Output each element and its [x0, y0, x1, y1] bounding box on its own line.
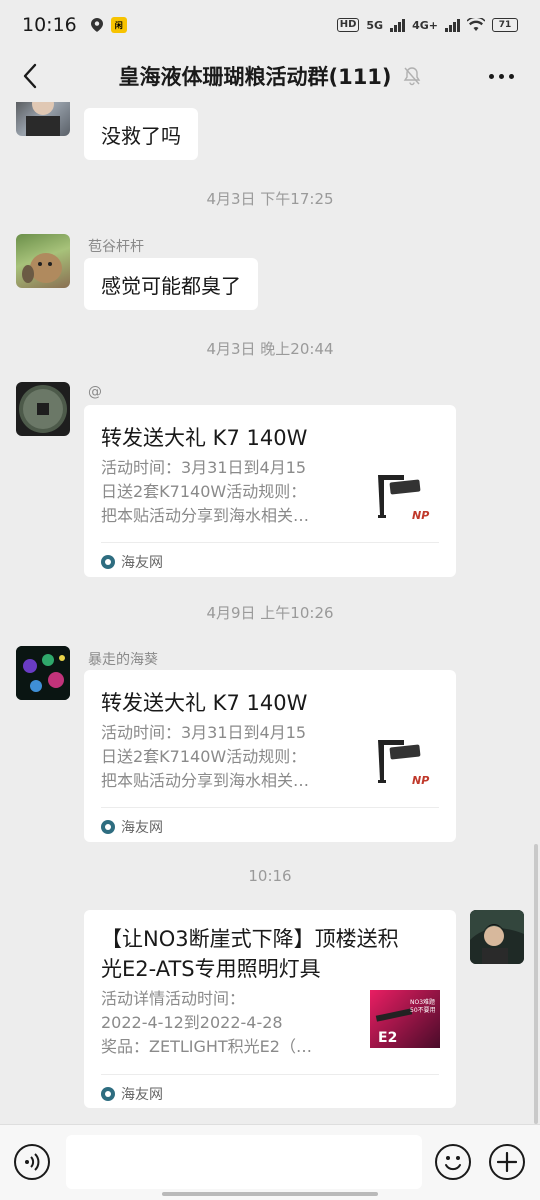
chat-messages[interactable]: 没救了吗 4月3日 下午17:25 苞谷杆杆 感觉可能都臭了 4月3日 晚上20… [0, 102, 540, 1124]
card-source-label: 海友网 [121, 1087, 163, 1103]
card-description: 活动时间：3月31日到4月15 日送2套K7140W活动规则： 把本贴活动分享到… [101, 458, 310, 525]
card-divider [101, 807, 439, 808]
sender-name: @ [88, 384, 102, 400]
more-functions-button[interactable] [489, 1144, 525, 1180]
message-text: 感觉可能都臭了 [101, 273, 241, 298]
network-4g-label: 4G+ [412, 18, 438, 32]
plus-icon [497, 1152, 517, 1172]
signal-icon [390, 18, 406, 32]
status-bar: 10:16 闲 HD 5G 4G+ 71 [0, 0, 540, 50]
avatar[interactable] [16, 646, 70, 700]
sender-name: 暴走的海葵 [88, 652, 158, 668]
card-title: 【让NO3断崖式下降】顶楼送积 光E2-ATS专用照明灯具 [101, 924, 441, 984]
voice-input-button[interactable] [14, 1144, 50, 1180]
app-notification-icon: 闲 [110, 17, 127, 33]
chat-header: 皇海液体珊瑚粮活动群(111) [0, 50, 540, 102]
wifi-icon [467, 18, 485, 31]
sender-name: 苞谷杆杆 [88, 239, 144, 255]
card-source: 海友网 [101, 1084, 163, 1104]
link-card[interactable]: 【让NO3断崖式下降】顶楼送积 光E2-ATS专用照明灯具 活动详情活动时间： … [84, 910, 456, 1108]
card-description: 活动详情活动时间： 2022-4-12到2022-4-28 奖品：ZETLIGH… [101, 989, 312, 1056]
source-logo-icon [101, 1087, 115, 1101]
avatar[interactable] [16, 234, 70, 288]
chat-title: 皇海液体珊瑚粮活动群(111) [118, 65, 392, 89]
card-thumbnail: NP [368, 463, 440, 535]
message-input[interactable] [66, 1135, 422, 1189]
card-divider [101, 1074, 439, 1075]
card-title: 转发送大礼 K7 140W [101, 691, 308, 715]
emoji-button[interactable] [435, 1144, 471, 1180]
card-title-line: 【让NO3断崖式下降】顶楼送积 [101, 927, 399, 951]
message-bubble[interactable]: 感觉可能都臭了 [84, 258, 258, 310]
more-options-button[interactable] [486, 62, 516, 90]
thumb-brand-text: NP [412, 509, 429, 522]
status-time: 10:16 [22, 14, 77, 36]
card-title: 转发送大礼 K7 140W [101, 426, 308, 450]
card-source-label: 海友网 [121, 555, 163, 571]
card-source: 海友网 [101, 817, 163, 837]
card-source-label: 海友网 [121, 820, 163, 836]
card-thumbnail: E2 NO3难题 50不要用 [370, 990, 440, 1060]
thumb-promo-text: NO3难题 [410, 998, 435, 1006]
card-source: 海友网 [101, 552, 163, 572]
location-icon [90, 18, 103, 32]
hd-icon: HD [336, 18, 360, 32]
source-logo-icon [101, 820, 115, 834]
avatar[interactable] [16, 102, 70, 136]
bell-off-icon [403, 67, 420, 86]
network-5g-label: 5G [366, 18, 384, 32]
input-bar [0, 1124, 540, 1200]
home-indicator[interactable] [162, 1192, 378, 1196]
thumb-promo-text-2: 50不要用 [410, 1007, 436, 1014]
thumb-product-text: E2 [378, 1030, 397, 1046]
timestamp: 4月9日 上午10:26 [206, 604, 334, 622]
card-divider [101, 542, 439, 543]
signal-icon-2 [445, 18, 460, 32]
voice-icon [25, 1153, 40, 1171]
avatar[interactable] [16, 382, 70, 436]
link-card[interactable]: 转发送大礼 K7 140W 活动时间：3月31日到4月15 日送2套K7140W… [84, 670, 456, 842]
source-logo-icon [101, 555, 115, 569]
message-bubble[interactable]: 没救了吗 [84, 108, 198, 160]
card-thumbnail: NP [368, 728, 440, 800]
avatar[interactable] [470, 910, 524, 964]
card-title-line: 光E2-ATS专用照明灯具 [101, 957, 321, 981]
thumb-brand-text: NP [412, 774, 429, 787]
timestamp: 4月3日 晚上20:44 [206, 340, 334, 358]
chat-scrollbar[interactable] [534, 844, 538, 1124]
timestamp: 10:16 [248, 867, 292, 885]
card-description: 活动时间：3月31日到4月15 日送2套K7140W活动规则： 把本贴活动分享到… [101, 723, 310, 790]
emoji-icon [445, 1156, 461, 1171]
message-text: 没救了吗 [101, 123, 181, 148]
battery-icon: 71 [492, 18, 518, 32]
link-card[interactable]: 转发送大礼 K7 140W 活动时间：3月31日到4月15 日送2套K7140W… [84, 405, 456, 577]
timestamp: 4月3日 下午17:25 [206, 190, 334, 208]
